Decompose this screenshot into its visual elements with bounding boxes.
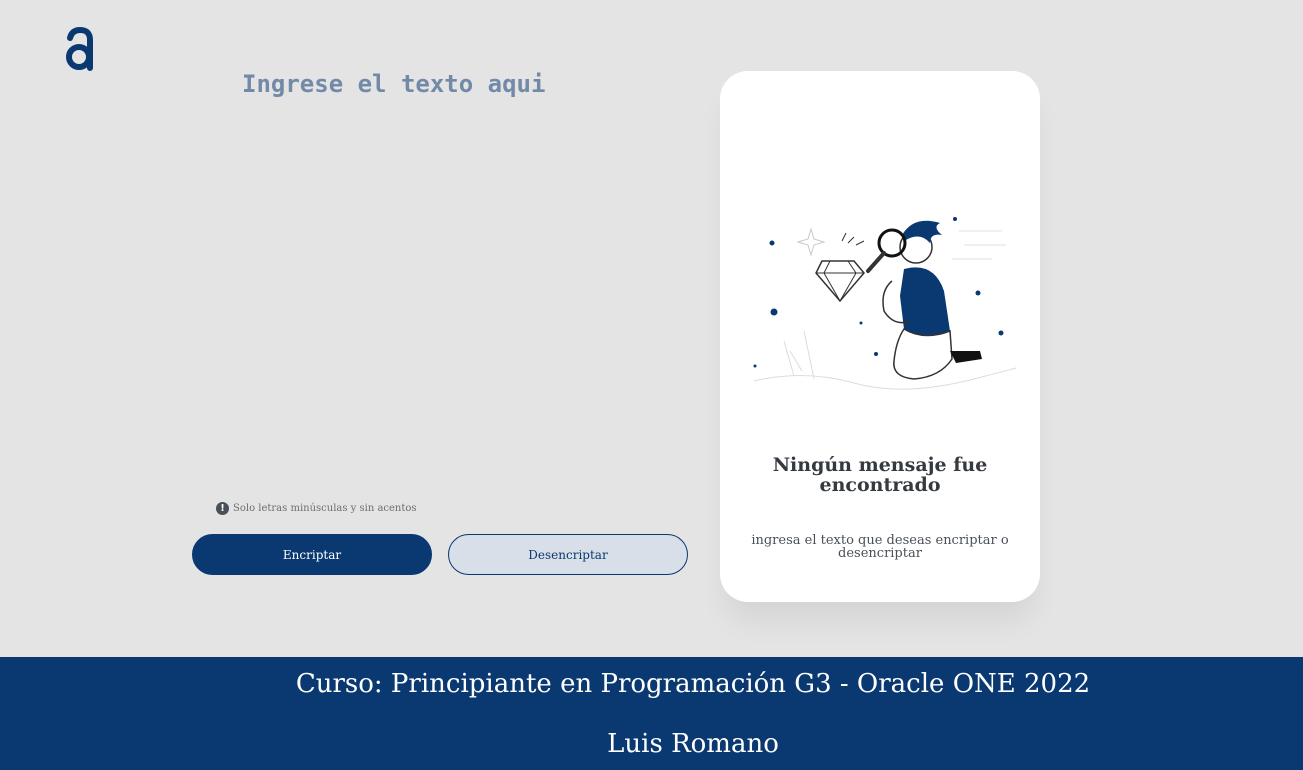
footer-author: Luis Romano: [607, 729, 779, 759]
footer: Curso: Principiante en Programación G3 -…: [0, 657, 1303, 770]
info-icon: !: [216, 502, 229, 515]
empty-message-title: Ningún mensaje fue encontrado: [772, 454, 988, 496]
input-hint: ! Solo letras minúsculas y sin acentos: [216, 502, 417, 515]
footer-course: Curso: Principiante en Programación G3 -…: [295, 669, 1091, 699]
alura-logo-icon[interactable]: [62, 24, 98, 74]
decrypt-button[interactable]: Desencriptar: [448, 534, 688, 575]
output-card: Ningún mensaje fue encontrado ingresa el…: [720, 71, 1040, 602]
encrypt-button[interactable]: Encriptar: [192, 534, 432, 575]
boy-with-magnifying-glass-illustration: [753, 217, 1016, 390]
hint-text: Solo letras minúsculas y sin acentos: [233, 503, 417, 514]
message-input[interactable]: [242, 70, 682, 480]
empty-message-text: ingresa el texto que deseas encriptar o …: [751, 533, 1009, 561]
